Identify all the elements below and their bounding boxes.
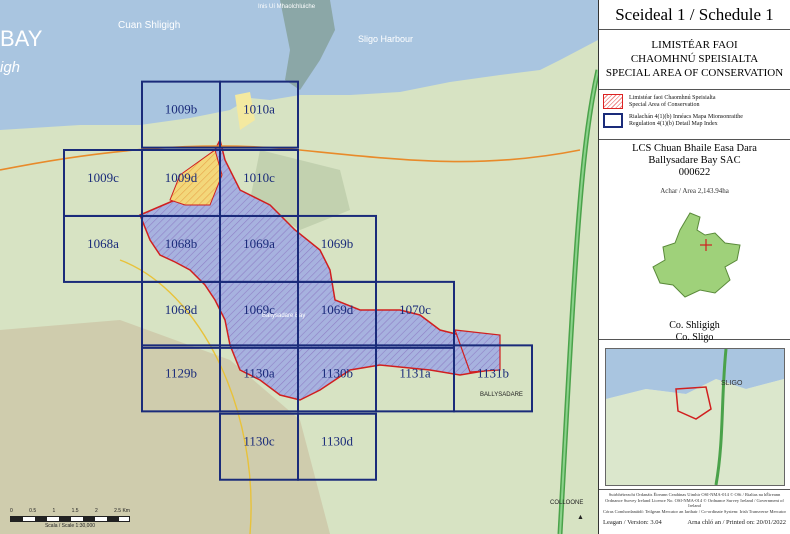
tile-label-1131b: 1131b bbox=[477, 365, 509, 380]
scale-tick: 1 bbox=[52, 508, 56, 514]
scale-tick: 1.5 bbox=[71, 508, 79, 514]
site-area: Achar / Area 2,143.94ha bbox=[660, 187, 729, 195]
map-frame[interactable]: BAY igh Cuan Shligigh Sligo Harbour Inis… bbox=[0, 0, 598, 534]
tile-label-1069d: 1069d bbox=[321, 302, 354, 317]
subtitle-line: LIMISTÉAR FAOI bbox=[651, 39, 738, 51]
legend-text-grid: Rialachán 4(1)(b) Innéacs Mapa Mionsonra… bbox=[629, 113, 743, 127]
grid-swatch-icon bbox=[603, 113, 623, 128]
scale-ticks: 0 0.5 1 1.5 2 2.5 Km bbox=[10, 508, 130, 514]
tile-label-1070c: 1070c bbox=[399, 302, 431, 317]
printed-date: Arna chló an / Printed on: 20/01/2022 bbox=[687, 519, 786, 526]
scale-tick: 0.5 bbox=[29, 508, 37, 514]
site-info: LCS Chuan Bhaile Easa Dara Ballysadare B… bbox=[599, 140, 790, 343]
subtitle-line: CHAOMHNÚ SPEISIALTA bbox=[630, 53, 759, 65]
tile-label-1068a: 1068a bbox=[87, 236, 119, 251]
scale-tick: 0 bbox=[10, 508, 13, 514]
tile-label-1068d: 1068d bbox=[165, 302, 198, 317]
bay-label: BAY bbox=[0, 26, 43, 51]
legend-text-sac: Limistéar faoi Chaomhnú Speisialta Speci… bbox=[629, 94, 716, 108]
map-legend: Limistéar faoi Chaomhnú Speisialta Speci… bbox=[599, 90, 790, 140]
north-arrow-icon: ▲ bbox=[577, 514, 584, 521]
inset-map-canvas: SLIGO bbox=[606, 349, 784, 485]
tile-label-1069c: 1069c bbox=[243, 302, 275, 317]
sligo-harbour-label: Sligo Harbour bbox=[358, 34, 413, 44]
tile-label-1130b: 1130b bbox=[321, 365, 353, 380]
site-code: 000622 bbox=[678, 167, 711, 178]
tile-label-1130c: 1130c bbox=[243, 434, 275, 449]
scale-label: Scala / Scale 1:30,000 bbox=[44, 523, 96, 529]
footer-line: Córas Comhordanáidí: Teilgean Mercator a… bbox=[603, 508, 786, 514]
bay-sub-label: igh bbox=[0, 59, 20, 76]
location-inset: SLIGO bbox=[599, 340, 790, 490]
schedule-subtitle: LIMISTÉAR FAOI CHAOMHNÚ SPEISIALTA SPECI… bbox=[599, 30, 790, 90]
tile-label-1009b: 1009b bbox=[165, 102, 198, 117]
collooney-label: COLLOONE bbox=[550, 500, 583, 506]
legend-item-grid: Rialachán 4(1)(b) Innéacs Mapa Mionsonra… bbox=[603, 113, 786, 128]
version-label: Leagan / Version: 3.04 bbox=[603, 519, 662, 526]
tile-label-1009c: 1009c bbox=[87, 170, 119, 185]
inset-land bbox=[606, 379, 784, 485]
footer-line: Suirbhéireacht Ordanáis Éireann Ceadúnas… bbox=[608, 492, 781, 497]
inset-sligo-label: SLIGO bbox=[721, 380, 743, 387]
inis-label: Inis Uí Mhaolchluiche bbox=[258, 4, 316, 10]
county-sligo-shape bbox=[651, 212, 741, 298]
tile-label-1069a: 1069a bbox=[243, 236, 275, 251]
legend-panel: Sceideal 1 / Schedule 1 LIMISTÉAR FAOI C… bbox=[598, 0, 790, 534]
tile-label-1009d: 1009d bbox=[165, 170, 198, 185]
inset-map[interactable]: SLIGO bbox=[605, 348, 785, 486]
subtitle-line: SPECIAL AREA OF CONSERVATION bbox=[605, 67, 784, 79]
map-footer: Suirbhéireacht Ordanáis Éireann Ceadúnas… bbox=[599, 490, 790, 534]
cuan-shligigh-label: Cuan Shligigh bbox=[118, 20, 180, 31]
tile-label-1129b: 1129b bbox=[165, 365, 197, 380]
scale-bar: 0 0.5 1 1.5 2 2.5 Km Scala / Scale 1:30,… bbox=[10, 508, 130, 529]
scale-tick: 2.5 Km bbox=[114, 508, 130, 514]
site-name-english: Ballysadare Bay SAC bbox=[648, 155, 741, 166]
tile-label-1010c: 1010c bbox=[243, 170, 275, 185]
footer-line: Ordnance Survey Ireland Licence No. OSI-… bbox=[605, 497, 784, 509]
county-irish: Co. Shligigh bbox=[669, 320, 720, 331]
tile-label-1130a: 1130a bbox=[243, 365, 275, 380]
legend-item-sac: Limistéar faoi Chaomhnú Speisialta Speci… bbox=[603, 94, 786, 109]
scale-bar-graphic bbox=[10, 516, 130, 522]
version-row: Leagan / Version: 3.04 Arna chló an / Pr… bbox=[599, 520, 790, 526]
scale-tick: 2 bbox=[94, 508, 98, 514]
tile-label-1069b: 1069b bbox=[321, 236, 354, 251]
tile-label-1068b: 1068b bbox=[165, 236, 198, 251]
tile-label-1130d: 1130d bbox=[321, 434, 354, 449]
schedule-title: Sceideal 1 / Schedule 1 bbox=[599, 0, 790, 30]
tile-label-1010a: 1010a bbox=[243, 102, 275, 117]
site-name-irish: LCS Chuan Bhaile Easa Dara bbox=[632, 143, 757, 154]
tile-label-1131a: 1131a bbox=[399, 365, 431, 380]
sac-swatch-icon bbox=[603, 94, 623, 109]
map-canvas[interactable]: BAY igh Cuan Shligigh Sligo Harbour Inis… bbox=[0, 0, 598, 534]
ballysadare-town-label: BALLYSADARE bbox=[480, 392, 523, 398]
county-outline-map bbox=[651, 212, 741, 298]
